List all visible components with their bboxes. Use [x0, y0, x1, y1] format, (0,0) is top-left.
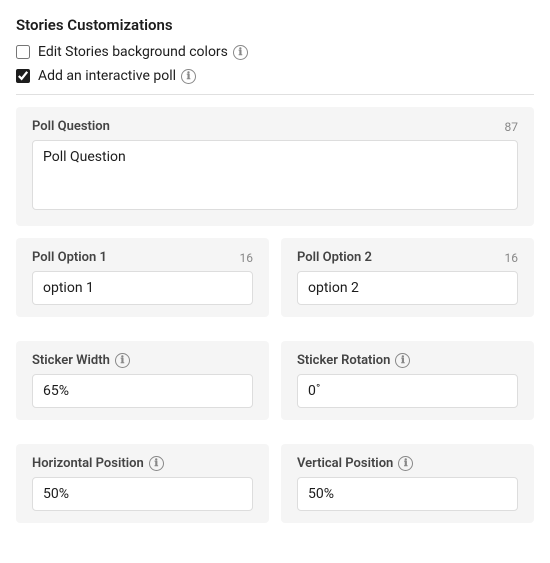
horizontal-position-header: Horizontal Position ℹ	[32, 456, 253, 471]
poll-option2-char-count: 16	[505, 251, 519, 265]
vertical-position-info-icon[interactable]: ℹ	[398, 456, 413, 471]
sticker-width-group: Sticker Width ℹ	[16, 341, 269, 420]
bg-colors-label[interactable]: Edit Stories background colors ℹ	[38, 44, 248, 60]
poll-options-row: Poll Option 1 16 Poll Option 2 16	[16, 238, 534, 329]
position-row: Horizontal Position ℹ Vertical Position …	[16, 444, 534, 535]
poll-option1-header: Poll Option 1 16	[32, 250, 253, 265]
poll-question-header: Poll Question 87	[32, 119, 518, 134]
poll-question-group: Poll Question 87	[16, 107, 534, 226]
poll-checkbox[interactable]	[16, 69, 30, 83]
vertical-position-input[interactable]	[297, 477, 518, 511]
bg-colors-info-icon[interactable]: ℹ	[233, 45, 248, 60]
poll-option2-input[interactable]	[297, 271, 518, 305]
sticker-row: Sticker Width ℹ Sticker Rotation ℹ	[16, 341, 534, 432]
poll-option1-group: Poll Option 1 16	[16, 238, 269, 317]
poll-question-input[interactable]	[32, 140, 518, 210]
horizontal-position-label: Horizontal Position ℹ	[32, 456, 164, 471]
poll-option1-label: Poll Option 1	[32, 250, 107, 265]
poll-option2-group: Poll Option 2 16	[281, 238, 534, 317]
poll-row: Add an interactive poll ℹ	[16, 68, 534, 84]
poll-option2-label: Poll Option 2	[297, 250, 372, 265]
vertical-position-label: Vertical Position ℹ	[297, 456, 413, 471]
bg-colors-row: Edit Stories background colors ℹ	[16, 44, 534, 60]
poll-question-label: Poll Question	[32, 119, 110, 134]
poll-question-char-count: 87	[505, 120, 519, 134]
horizontal-position-info-icon[interactable]: ℹ	[149, 456, 164, 471]
poll-label[interactable]: Add an interactive poll ℹ	[38, 68, 196, 84]
vertical-position-header: Vertical Position ℹ	[297, 456, 518, 471]
sticker-rotation-group: Sticker Rotation ℹ	[281, 341, 534, 420]
horizontal-position-group: Horizontal Position ℹ	[16, 444, 269, 523]
sticker-rotation-info-icon[interactable]: ℹ	[395, 353, 410, 368]
poll-option1-char-count: 16	[240, 251, 254, 265]
sticker-rotation-label: Sticker Rotation ℹ	[297, 353, 410, 368]
sticker-rotation-header: Sticker Rotation ℹ	[297, 353, 518, 368]
vertical-position-group: Vertical Position ℹ	[281, 444, 534, 523]
poll-option2-header: Poll Option 2 16	[297, 250, 518, 265]
sticker-rotation-input[interactable]	[297, 374, 518, 408]
poll-option1-input[interactable]	[32, 271, 253, 305]
sticker-width-header: Sticker Width ℹ	[32, 353, 253, 368]
divider	[16, 94, 534, 95]
poll-info-icon[interactable]: ℹ	[181, 69, 196, 84]
section-title: Stories Customizations	[16, 16, 534, 34]
sticker-width-input[interactable]	[32, 374, 253, 408]
horizontal-position-input[interactable]	[32, 477, 253, 511]
sticker-width-info-icon[interactable]: ℹ	[115, 353, 130, 368]
sticker-width-label: Sticker Width ℹ	[32, 353, 130, 368]
bg-colors-checkbox[interactable]	[16, 45, 30, 59]
